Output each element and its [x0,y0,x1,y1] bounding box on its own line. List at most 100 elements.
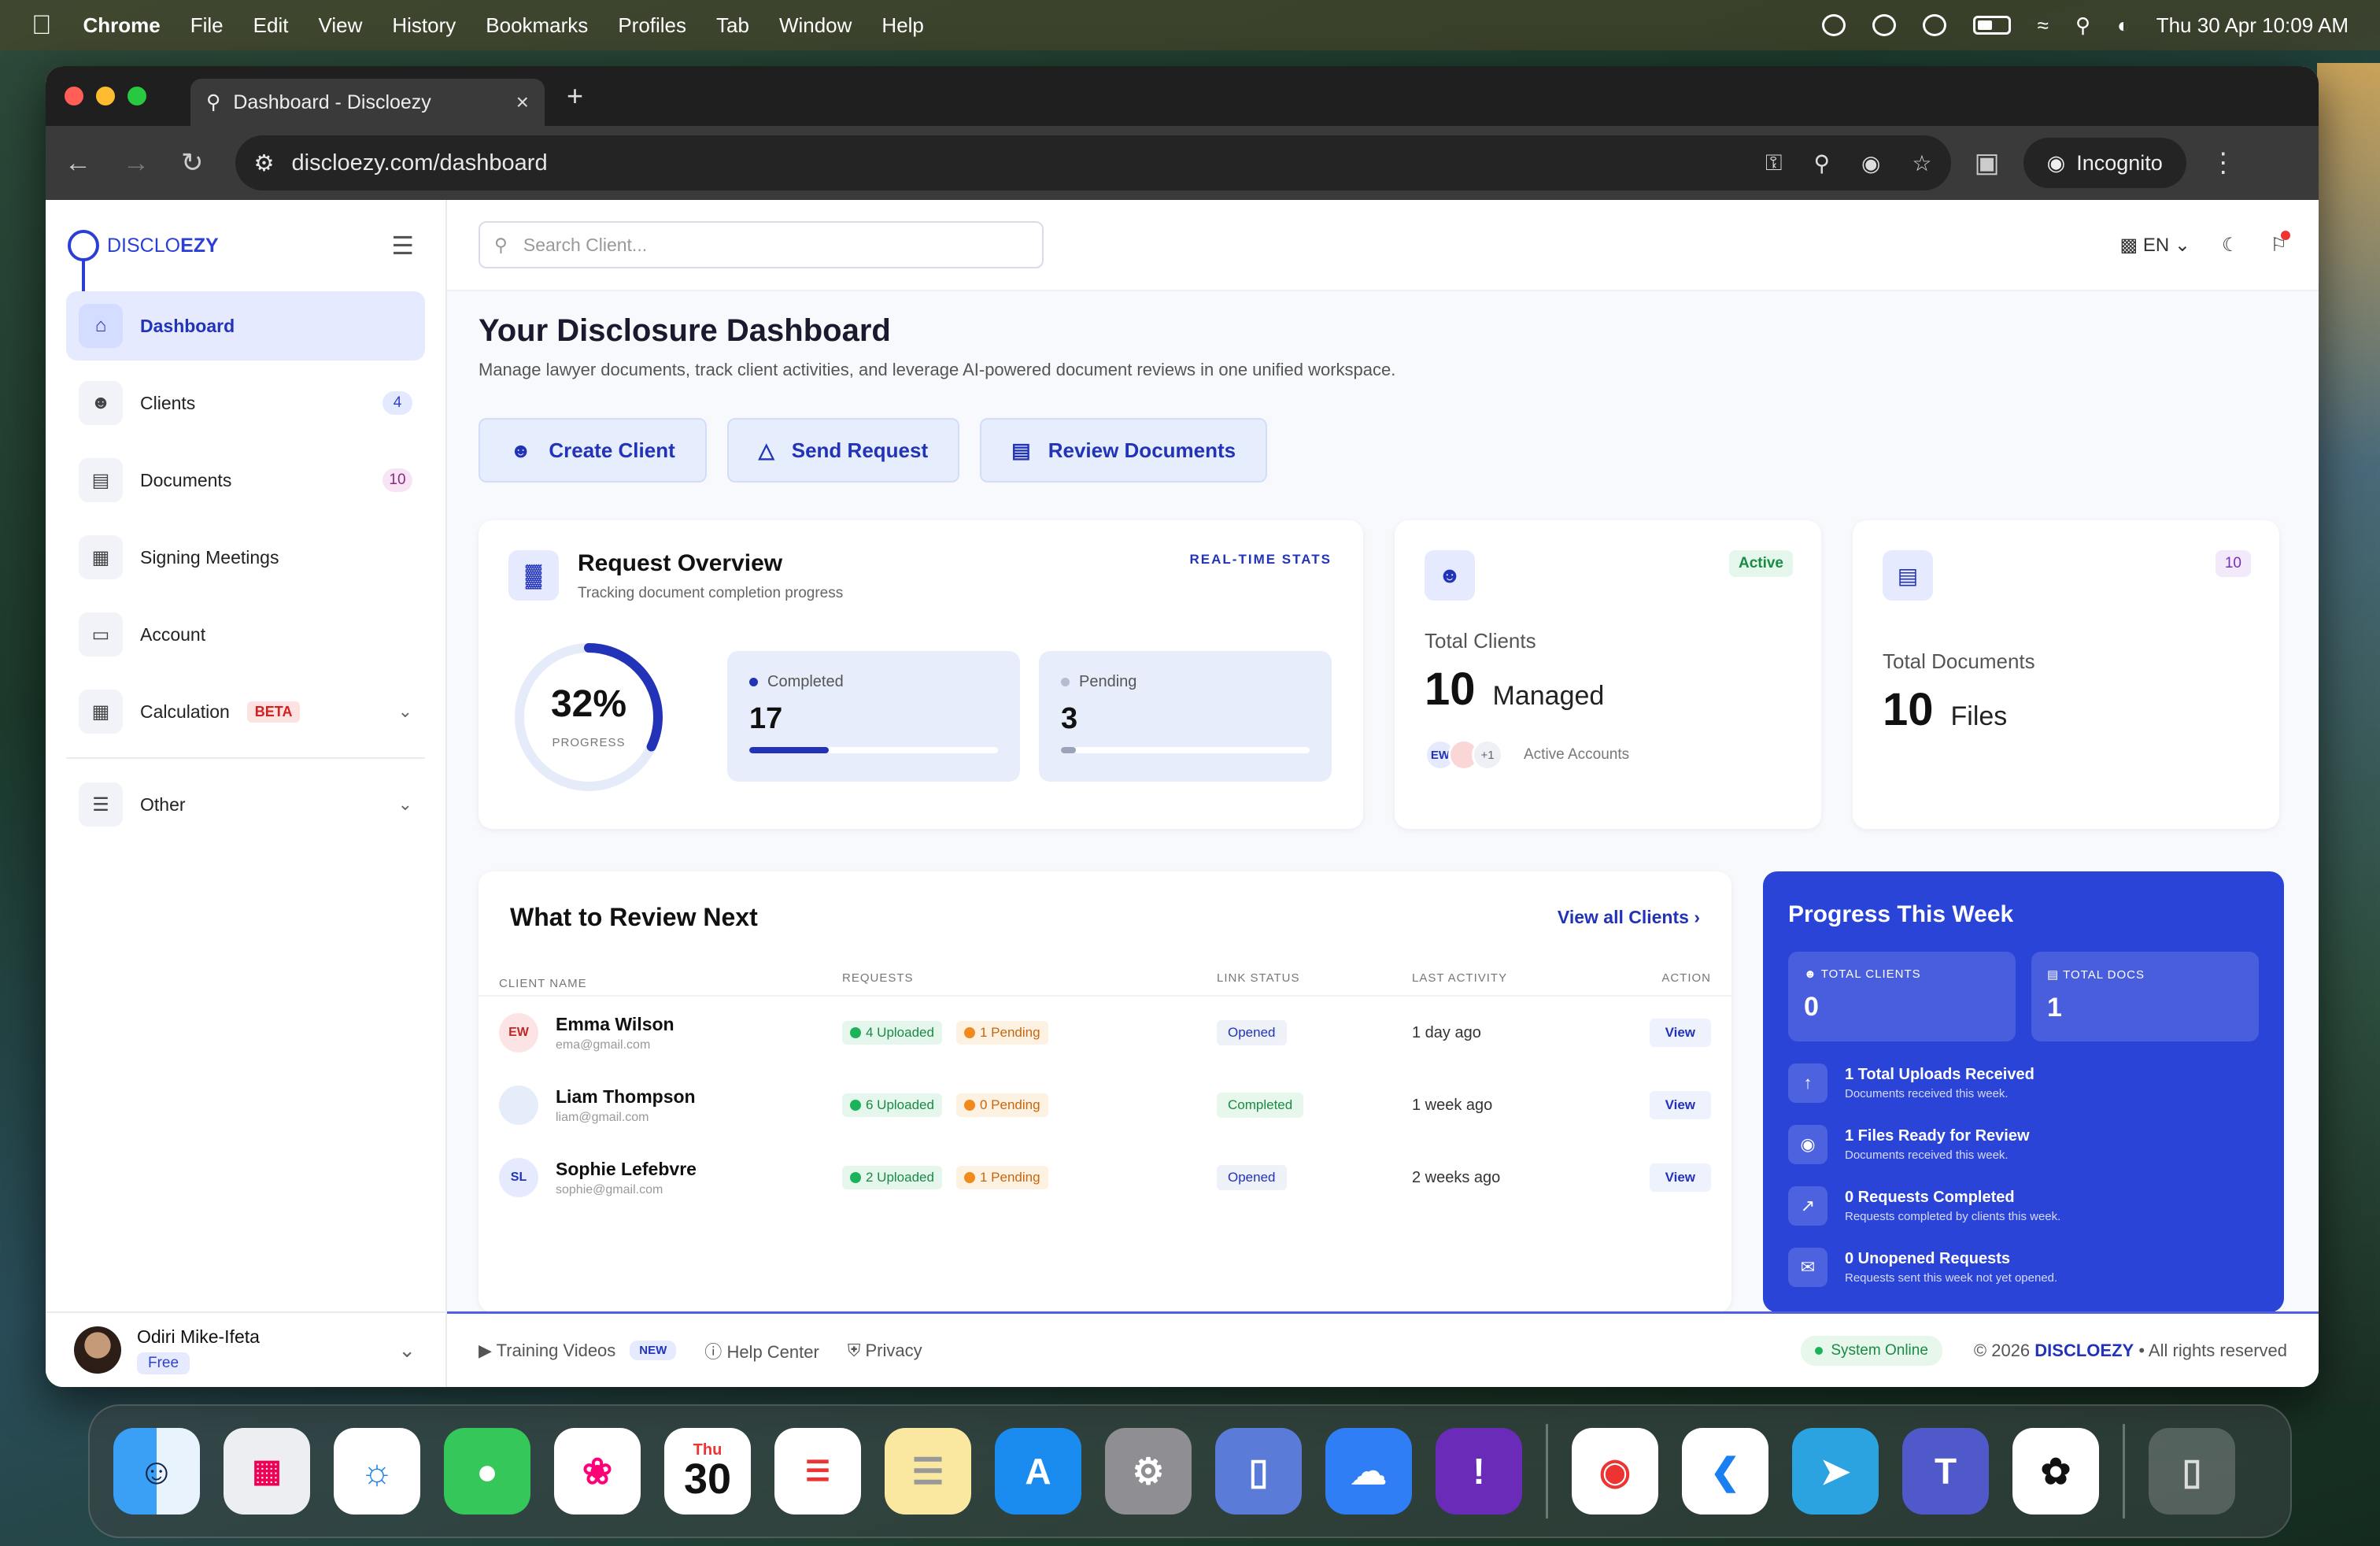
vscode-icon[interactable]: ❮ [1682,1428,1768,1515]
bookmark-star-icon[interactable]: ☆ [1912,150,1931,176]
close-tab-icon[interactable]: × [516,90,529,115]
chevron-down-icon[interactable]: ⌄ [398,794,412,815]
new-tab-button[interactable]: + [567,80,583,113]
eye-off-icon[interactable]: ◉ [1861,150,1880,176]
search-input[interactable]: ⚲ Search Client... [479,221,1044,268]
incognito-indicator[interactable]: ◉ Incognito [2023,138,2186,188]
address-bar[interactable]: ⚙ discloezy.com/dashboard ⚿ ⚲ ◉ ☆ [235,135,1951,190]
sidebar-item-documents[interactable]: ▤ Documents 10 [66,446,425,515]
back-icon[interactable]: ← [65,148,91,179]
weather-icon[interactable]: ☁ [1325,1428,1412,1515]
messages-icon[interactable]: ● [444,1428,530,1515]
dark-mode-icon[interactable]: ☾ [2222,234,2239,257]
table-row[interactable]: Liam Thompson liam@gmail.com 6 Uploaded 0… [479,1069,1731,1141]
calendar-icon: ▦ [79,535,123,579]
sidebar-item-other[interactable]: ☰ Other ⌄ [66,770,425,839]
battery-icon[interactable] [1972,16,2011,35]
review-documents-button[interactable]: ▤ Review Documents [980,418,1268,483]
table-row[interactable]: SL Sophie Lefebvre sophie@gmail.com 2 Upl… [479,1141,1731,1214]
photos-icon[interactable]: ❀ [554,1428,641,1515]
sidebar-item-signing-meetings[interactable]: ▦ Signing Meetings [66,523,425,592]
url-text[interactable]: discloezy.com/dashboard [292,150,548,176]
menu-view[interactable]: View [318,13,362,38]
menu-bookmarks[interactable]: Bookmarks [486,13,588,38]
table-row[interactable]: EW Emma Wilson ema@gmail.com 4 Uploaded 1… [479,997,1731,1069]
menu-help[interactable]: Help [881,13,923,38]
spotlight-icon[interactable]: ⚲ [2075,13,2090,38]
page-subtitle: Manage lawyer documents, track client ac… [479,360,1396,379]
brand-logo[interactable]: DISCLOEZY ☰ [46,200,445,291]
finder-icon[interactable]: ☺ [113,1428,200,1515]
sidebar-item-label: Other [140,793,186,815]
send-request-button[interactable]: △ Send Request [726,418,960,483]
menu-app-name[interactable]: Chrome [83,13,161,38]
menu-edit[interactable]: Edit [253,13,289,38]
view-button[interactable]: View [1649,1163,1711,1192]
create-client-button[interactable]: ☻ Create Client [479,418,707,483]
client-name: Sophie Lefebvre [556,1158,697,1179]
list-icon: ☰ [79,782,123,827]
telegram-icon[interactable]: ➤ [1792,1428,1879,1515]
minimize-window-button[interactable] [96,87,115,105]
chatgpt-icon[interactable]: ✿ [2012,1428,2099,1515]
privacy-link[interactable]: ⛨ Privacy [848,1341,922,1361]
hamburger-icon[interactable]: ☰ [391,231,414,261]
launchpad-icon[interactable]: ▦ [224,1428,310,1515]
view-button[interactable]: View [1649,1019,1711,1047]
sidebar-item-account[interactable]: ▭ Account [66,600,425,669]
zoom-icon[interactable]: ⚲ [1813,150,1830,176]
apple-icon[interactable]:  [31,10,52,41]
notification-bell-icon[interactable]: ⚐ [2270,230,2290,257]
total-documents-unit: Files [1950,701,2008,731]
feedback-icon[interactable]: ! [1436,1428,1522,1515]
menu-profiles[interactable]: Profiles [618,13,686,38]
document-icon: ▤ [1011,438,1031,462]
menu-tab[interactable]: Tab [716,13,749,38]
help-center-link[interactable]: ⓘ Help Center [704,1338,819,1363]
browser-tab[interactable]: ⚲ Dashboard - Discloezy × [190,79,545,126]
reload-icon[interactable]: ↻ [181,147,204,179]
view-button[interactable]: View [1649,1091,1711,1119]
main-content: Your Disclosure Dashboard Manage lawyer … [447,291,2319,1311]
side-panel-icon[interactable]: ▣ [1975,147,2000,179]
forward-icon[interactable]: → [123,148,150,179]
control-center-icon[interactable]: ◐ [2117,13,2130,38]
check-icon [850,1100,861,1111]
vpn-status-icon[interactable] [1922,14,1946,36]
chevron-down-icon[interactable]: ⌄ [398,1338,416,1363]
close-window-button[interactable] [65,87,83,105]
menu-datetime[interactable]: Thu 30 Apr 10:09 AM [2156,13,2349,38]
check-icon [850,1172,861,1183]
password-key-icon[interactable]: ⚿ [1765,150,1782,176]
simulator-icon[interactable]: ▯ [1215,1428,1302,1515]
app-store-icon[interactable]: A [995,1428,1081,1515]
teams-icon[interactable]: T [1902,1428,1989,1515]
sidebar-item-calculation[interactable]: ▦ Calculation BETA ⌄ [66,677,425,746]
openai-status-icon[interactable] [1821,14,1846,36]
uploaded-pill: 4 Uploaded [842,1021,942,1045]
sidebar-item-dashboard[interactable]: ⌂ Dashboard [66,291,425,361]
training-videos-link[interactable]: ▶ Training Videos [479,1341,615,1361]
trash-icon[interactable]: ▯ [2149,1428,2235,1515]
calendar-icon[interactable]: Thu 30 [664,1428,751,1515]
telegram-status-icon[interactable] [1872,14,1896,36]
zoom-window-button[interactable] [128,87,146,105]
reminders-icon[interactable]: ☰ [774,1428,861,1515]
browser-menu-icon[interactable]: ⋮ [2210,147,2237,179]
avatar [499,1086,538,1125]
menu-history[interactable]: History [392,13,456,38]
menu-window[interactable]: Window [779,13,852,38]
sidebar-item-clients[interactable]: ☻ Clients 4 [66,368,425,438]
safari-icon[interactable]: ☼ [334,1428,420,1515]
chevron-down-icon[interactable]: ⌄ [398,701,412,722]
user-profile[interactable]: Odiri Mike-Ifeta Free ⌄ [46,1311,447,1387]
wifi-icon[interactable]: ≈ [2038,13,2049,38]
notes-icon[interactable]: ☰ [885,1428,971,1515]
eye-icon: ◉ [1788,1125,1828,1164]
chrome-icon[interactable]: ◉ [1572,1428,1658,1515]
view-all-clients-link[interactable]: View all Clients › [1558,907,1700,928]
site-settings-icon[interactable]: ⚙ [254,150,275,177]
language-selector[interactable]: ▩ EN ⌄ [2119,234,2190,257]
system-settings-icon[interactable]: ⚙ [1105,1428,1192,1515]
menu-file[interactable]: File [190,13,224,38]
